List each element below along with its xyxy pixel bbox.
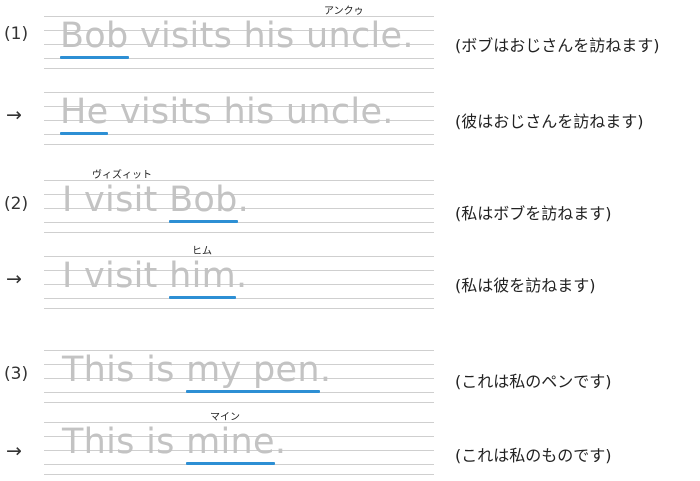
pronunciation-ruby: マイン: [210, 412, 240, 423]
arrow-marker: →: [6, 440, 22, 462]
underlined-word: mine: [186, 422, 275, 465]
exercise-row-5: (3) This is my pen. (これは私のペンです): [0, 336, 700, 406]
underlined-word: He: [60, 92, 109, 135]
sentence-suffix: .: [274, 422, 287, 462]
pronunciation-ruby: ヒム: [192, 246, 212, 257]
japanese-translation: (これは私のペンです): [455, 372, 612, 391]
exercise-row-6: → マイン This is mine. (これは私のものです): [0, 408, 700, 478]
english-sentence: Bob visits his uncle.: [60, 16, 414, 59]
english-sentence: This is mine.: [62, 422, 287, 465]
underlined-word: Bob: [169, 180, 238, 223]
item-number: (2): [4, 194, 29, 214]
underlined-word: Bob: [60, 16, 129, 59]
pronunciation-ruby: ヴィズィット: [92, 170, 152, 181]
japanese-translation: (私はボブを訪ねます): [455, 204, 612, 223]
english-sentence: I visit him.: [62, 256, 248, 299]
underlined-word: him: [169, 256, 236, 299]
sentence-prefix: I visit: [62, 256, 170, 296]
japanese-translation: (私は彼を訪ねます): [455, 276, 596, 295]
pronunciation-ruby: アンクゥ: [324, 6, 364, 17]
japanese-translation: (これは私のものです): [455, 446, 612, 465]
english-sentence: He visits his uncle.: [60, 92, 394, 135]
sentence-suffix: .: [236, 256, 248, 296]
sentence-suffix: visits his uncle.: [108, 92, 394, 132]
sentence-suffix: .: [319, 350, 332, 390]
japanese-translation: (彼はおじさんを訪ねます): [455, 112, 644, 131]
exercise-row-3: (2) ヴィズィット I visit Bob. (私はボブを訪ねます): [0, 166, 700, 236]
item-number: (1): [4, 24, 29, 44]
sentence-suffix: visits his uncle.: [128, 16, 414, 56]
underlined-word: my pen: [186, 350, 320, 393]
arrow-marker: →: [6, 268, 22, 290]
sentence-prefix: This is: [62, 350, 187, 390]
exercise-row-4: → ヒム I visit him. (私は彼を訪ねます): [0, 242, 700, 312]
arrow-marker: →: [6, 104, 22, 126]
sentence-prefix: I visit: [62, 180, 170, 220]
item-number: (3): [4, 364, 29, 384]
english-sentence: I visit Bob.: [62, 180, 250, 223]
exercise-row-1: (1) アンクゥ Bob visits his uncle. (ボブはおじさんを…: [0, 2, 700, 72]
japanese-translation: (ボブはおじさんを訪ねます): [455, 36, 660, 55]
sentence-prefix: This is: [62, 422, 187, 462]
sentence-suffix: .: [237, 180, 250, 220]
exercise-row-2: → He visits his uncle. (彼はおじさんを訪ねます): [0, 78, 700, 148]
english-sentence: This is my pen.: [62, 350, 332, 393]
